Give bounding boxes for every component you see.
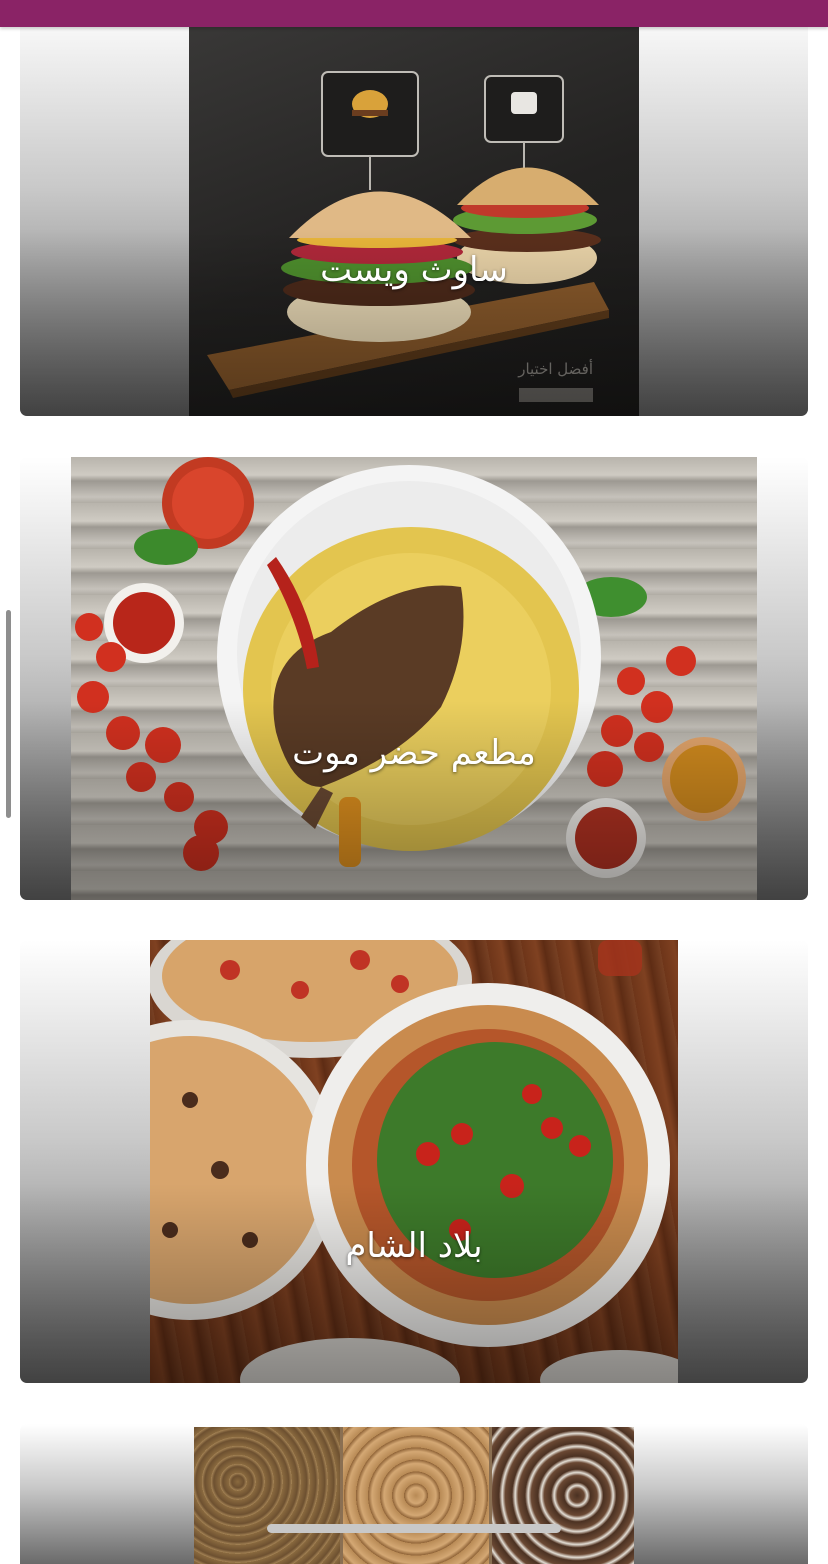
restaurant-card-bilad-al-sham[interactable]: بلاد الشام: [20, 940, 808, 1383]
restaurant-photo: [150, 940, 678, 1383]
scroll-indicator[interactable]: [6, 610, 11, 818]
restaurant-name: مطعم حضر موت: [292, 733, 536, 773]
flag-sign-left: [321, 71, 419, 190]
restaurant-photo: [71, 457, 757, 900]
flag-sign-right: [484, 75, 564, 170]
restaurant-name: بلاد الشام: [345, 1226, 483, 1266]
status-bar: [0, 0, 828, 27]
restaurant-card-hadramout[interactable]: مطعم حضر موت: [20, 457, 808, 900]
restaurant-photo: [194, 1427, 634, 1564]
photo-caption-text: أفضل اختيار: [517, 359, 593, 378]
restaurant-name: ساوث ويست: [320, 250, 508, 290]
restaurant-card-nuts[interactable]: [20, 1424, 808, 1564]
home-indicator[interactable]: [267, 1524, 561, 1533]
restaurant-photo: أفضل اختيار: [189, 0, 639, 416]
restaurant-card-south-west[interactable]: أفضل اختيار ساوث ويست: [20, 0, 808, 416]
